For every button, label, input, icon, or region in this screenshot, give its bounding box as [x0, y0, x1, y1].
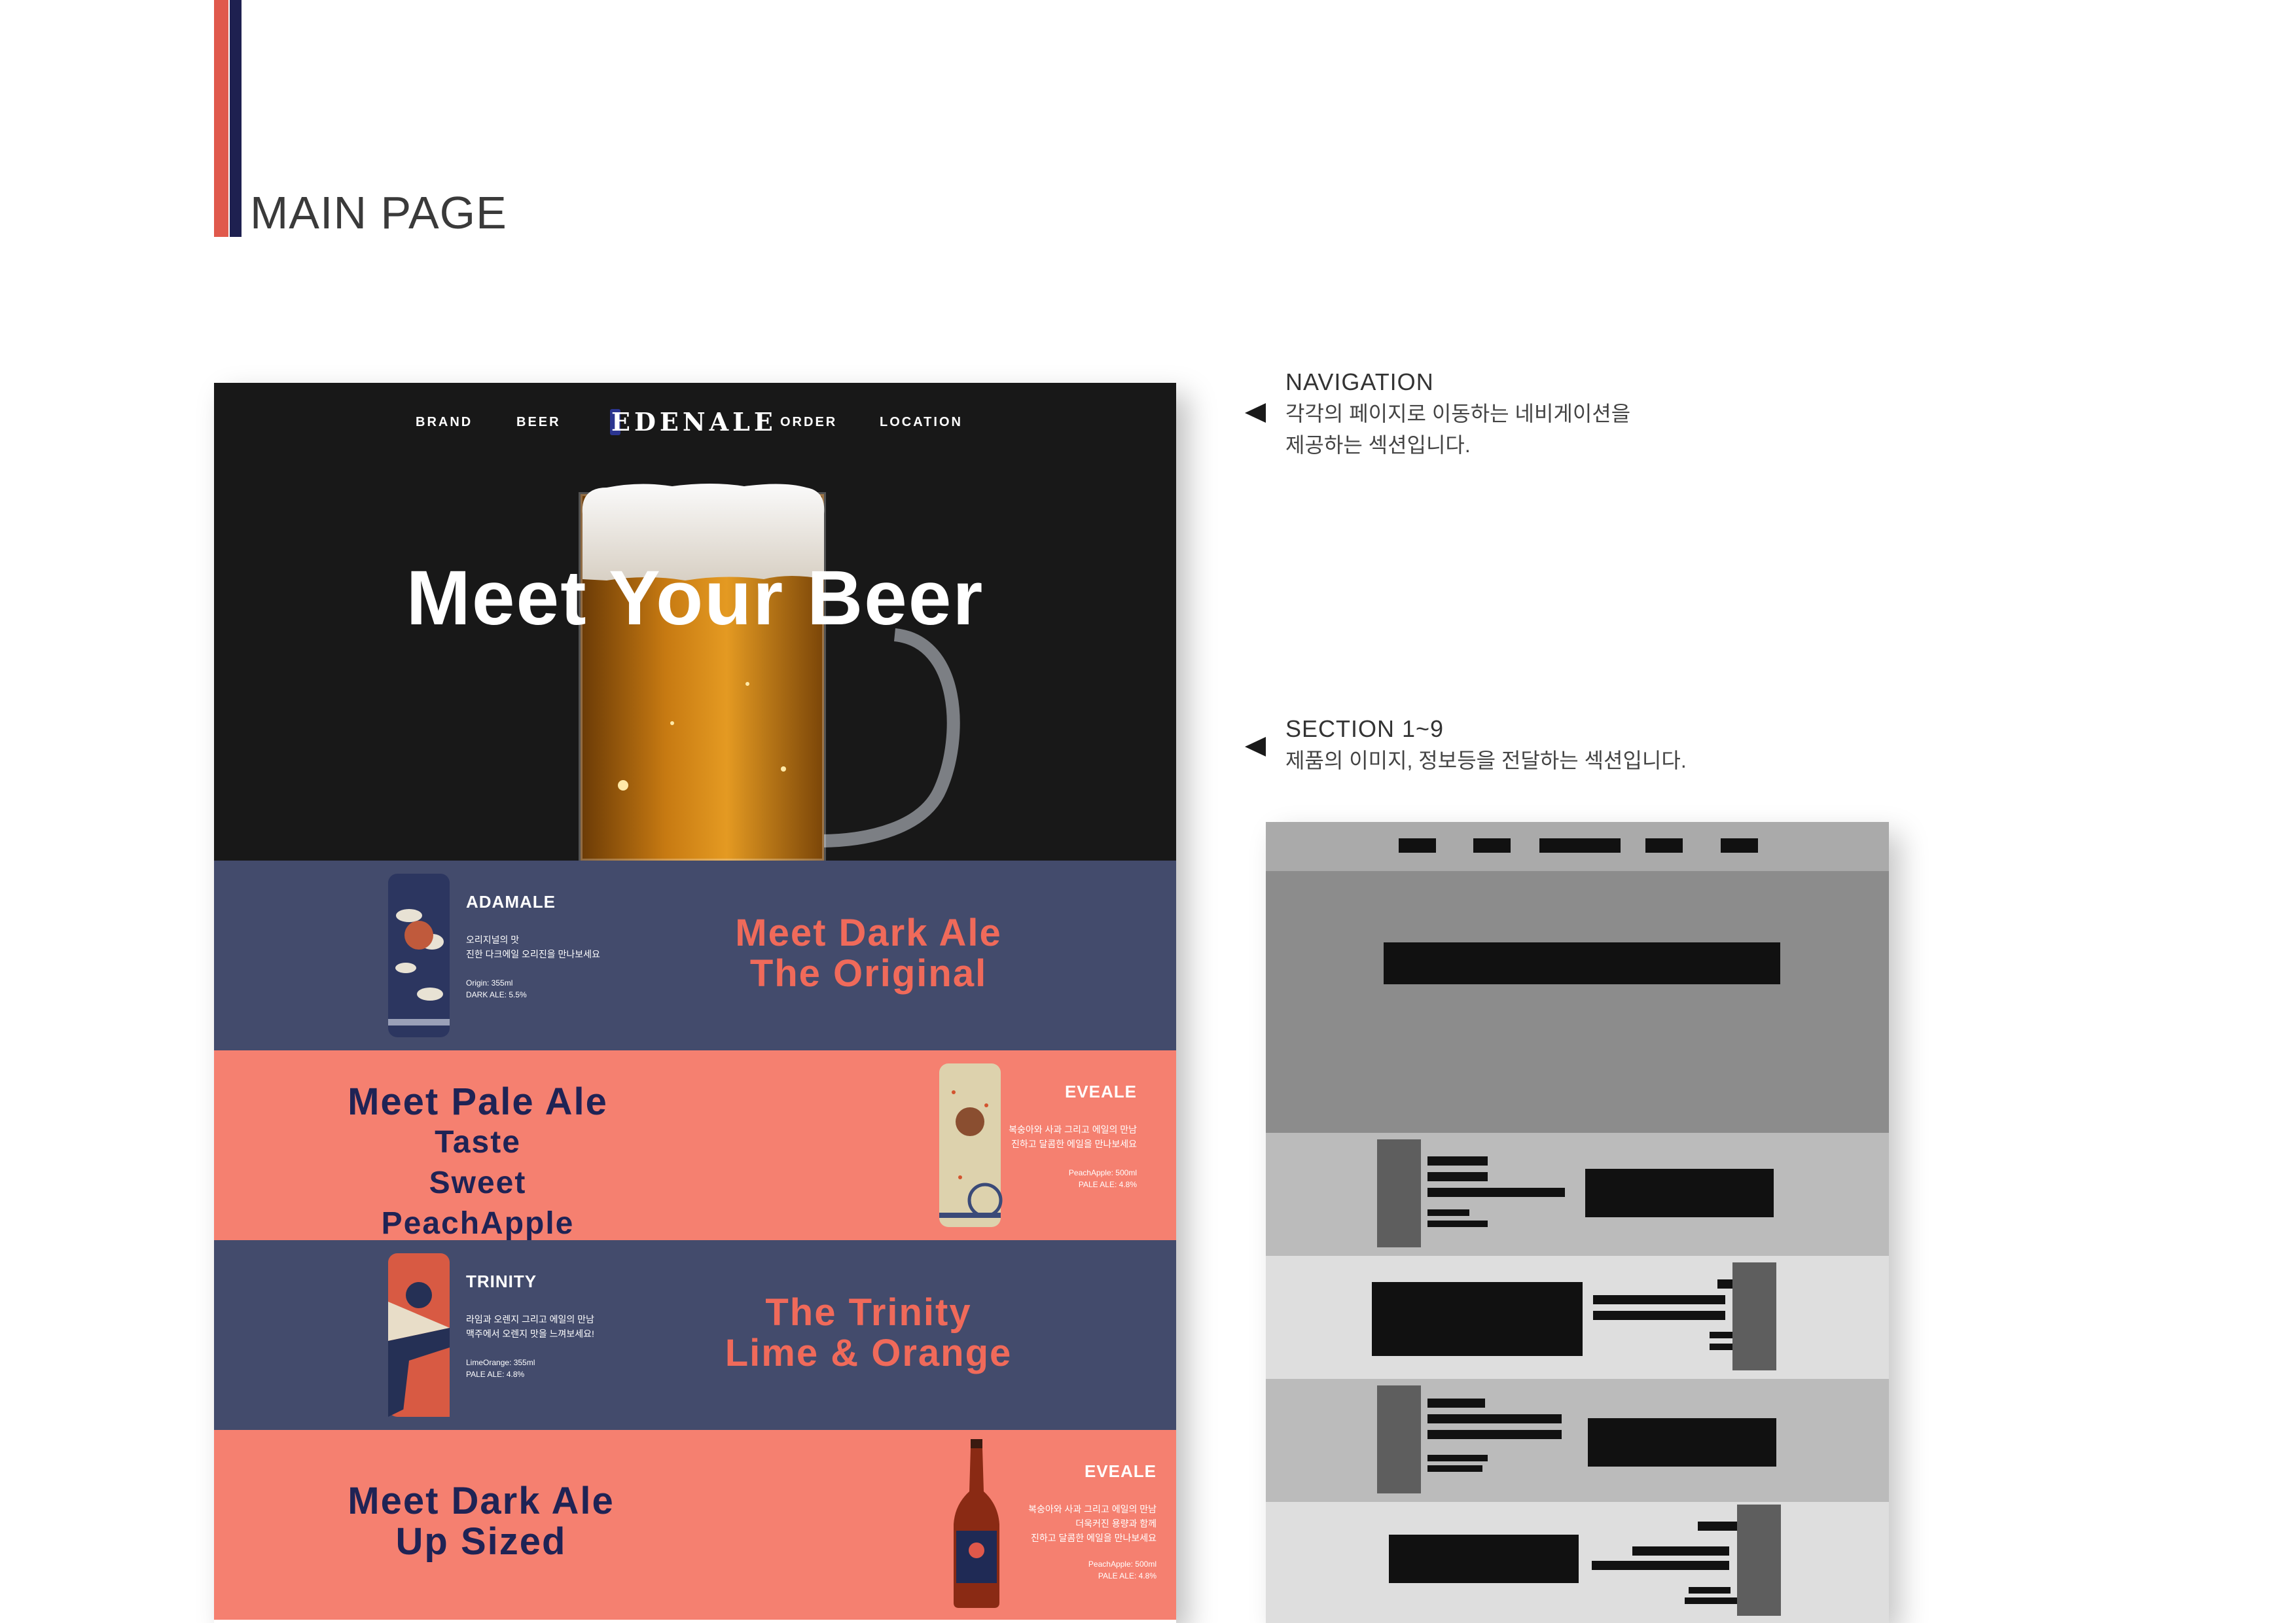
annotation-sections: SECTION 1~9 제품의 이미지, 정보등을 전달하는 섹션입니다. [1285, 713, 1687, 776]
wireframe-section [1266, 1502, 1889, 1623]
wireframe-nav [1266, 822, 1889, 871]
main-page-mockup: BRAND BEER EDENALE ORDER LOCATION Meet Y… [214, 383, 1176, 1623]
annotation-line: 제공하는 섹션입니다. [1285, 433, 1471, 457]
product-desc-line: 라임과 오렌지 그리고 에일의 만남 [466, 1314, 594, 1325]
annotation-title: NAVIGATION [1285, 368, 1434, 395]
brand-name: ADAMALE [466, 892, 556, 912]
section-eveale: Meet Pale Ale Taste Sweet PeachApple EVE… [214, 1050, 1176, 1240]
section-headline: Meet Dark Ale Up Sized [348, 1480, 615, 1563]
page-wireframe [1266, 822, 1889, 1623]
brand-name: TRINITY [466, 1272, 537, 1291]
hero-section: BRAND BEER EDENALE ORDER LOCATION Meet Y… [214, 383, 1176, 861]
section-trinity: TRINITY 라임과 오렌지 그리고 에일의 만남 맥주에서 오렌지 맛을 느… [214, 1240, 1176, 1430]
section-adamale: ADAMALE 오리지널의 맛 진한 다크에일 오리진을 만나보세요 Origi… [214, 861, 1176, 1050]
title-accent-navy [230, 0, 242, 237]
adamale-can-image [388, 874, 450, 1037]
product-spec-line: DARK ALE: 5.5% [466, 990, 527, 999]
product-spec-line: Origin: 355ml [466, 978, 513, 988]
product-desc-line: 맥주에서 오렌지 맛을 느껴보세요! [466, 1329, 594, 1339]
hero-title: Meet Your Beer [406, 555, 984, 641]
product-spec-line: PALE ALE: 4.8% [466, 1370, 525, 1379]
trinity-can-image [388, 1253, 450, 1417]
eveale-bottle-image [954, 1439, 999, 1608]
product-desc-line: 오리지널의 맛 [466, 935, 520, 945]
wireframe-section [1266, 1379, 1889, 1502]
product-spec-line: LimeOrange: 355ml [466, 1358, 535, 1367]
annotation-line: 각각의 페이지로 이동하는 네비게이션을 [1285, 402, 1631, 425]
annotation-title: SECTION 1~9 [1285, 715, 1444, 742]
section-eveale-bottle: Meet Dark Ale Up Sized EVEALE 복숭아와 사과 그리… [214, 1430, 1176, 1620]
annotation-navigation: NAVIGATION 각각의 페이지로 이동하는 네비게이션을 제공하는 섹션입… [1285, 366, 1630, 461]
eveale-can-image [939, 1063, 1003, 1227]
navigation-pointer-icon [1245, 403, 1266, 423]
wireframe-section [1266, 1133, 1889, 1256]
section-headline: Meet Dark Ale The Original [735, 912, 1002, 995]
product-desc-line: 진한 다크에일 오리진을 만나보세요 [466, 949, 600, 959]
section-pointer-icon [1245, 737, 1266, 757]
page-title: MAIN PAGE [250, 187, 507, 238]
section-headline: Meet Pale Ale Taste Sweet PeachApple [348, 1080, 608, 1241]
annotation-line: 제품의 이미지, 정보등을 전달하는 섹션입니다. [1285, 749, 1687, 772]
wireframe-hero [1266, 871, 1889, 1133]
wireframe-section [1266, 1256, 1889, 1379]
title-accent-red [214, 0, 228, 237]
section-headline: The Trinity Lime & Orange [725, 1291, 1013, 1374]
